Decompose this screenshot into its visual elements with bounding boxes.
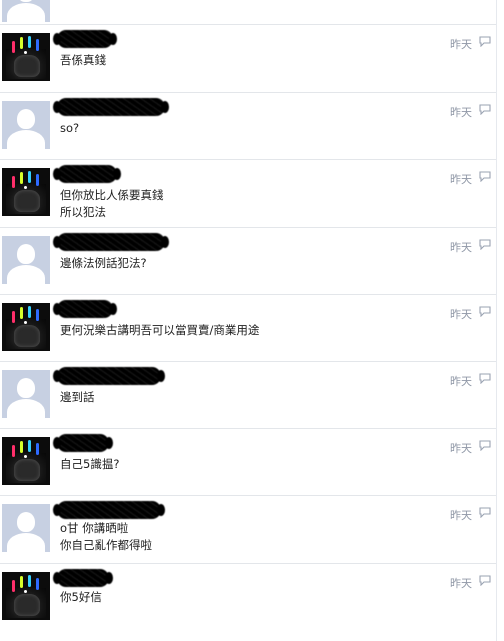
message-row: 但你放比人係要真錢 所以犯法 昨天: [0, 160, 496, 228]
message-line: 吾係真錢: [60, 53, 106, 67]
timestamp: 昨天: [450, 308, 472, 321]
redacted-sender-name: [53, 569, 113, 587]
message-thread: 吾係真錢 昨天 so? 昨天 但你放比人係要真錢 所以犯法 昨天 邊條法例話犯法…: [0, 0, 497, 641]
redacted-sender-name: [53, 434, 113, 452]
message-text: o甘 你講晒啦 你自己亂作都得啦: [60, 520, 152, 554]
message-line: 邊條法例話犯法?: [60, 256, 147, 270]
message-row: 自己5識揾? 昨天: [0, 429, 496, 496]
message-text: 你5好信: [60, 589, 102, 606]
message-line: 你自己亂作都得啦: [60, 538, 152, 552]
timestamp: 昨天: [450, 38, 472, 51]
reply-icon[interactable]: [479, 104, 491, 115]
default-avatar-icon[interactable]: [2, 236, 50, 284]
message-row: so? 昨天: [0, 93, 496, 160]
avatar-shoulders: [7, 3, 45, 22]
redacted-sender-name: [53, 501, 165, 519]
reply-icon[interactable]: [479, 171, 491, 182]
reply-icon[interactable]: [479, 36, 491, 47]
timestamp: 昨天: [450, 173, 472, 186]
previous-message-stub: [0, 0, 496, 25]
message-row: 吾係真錢 昨天: [0, 25, 496, 93]
message-text: 更何況樂古講明吾可以當買賣/商業用途: [60, 322, 259, 339]
neon-hand-avatar[interactable]: [2, 168, 50, 216]
message-line: 邊到話: [60, 390, 95, 404]
message-line: 但你放比人係要真錢: [60, 188, 164, 202]
message-row: 更何況樂古講明吾可以當買賣/商業用途 昨天: [0, 295, 496, 362]
message-text: 自己5識揾?: [60, 456, 119, 473]
redacted-sender-name: [53, 98, 169, 116]
message-text: 但你放比人係要真錢 所以犯法: [60, 187, 164, 221]
timestamp: 昨天: [450, 106, 472, 119]
reply-icon[interactable]: [479, 440, 491, 451]
timestamp: 昨天: [450, 577, 472, 590]
redacted-sender-name: [53, 30, 117, 48]
neon-hand-avatar[interactable]: [2, 303, 50, 351]
default-avatar-icon[interactable]: [2, 370, 50, 418]
neon-hand-avatar[interactable]: [2, 437, 50, 485]
avatar-head: [17, 0, 35, 2]
message-text: so?: [60, 120, 79, 137]
message-line: so?: [60, 121, 80, 135]
redacted-sender-name: [53, 233, 169, 251]
message-row: o甘 你講晒啦 你自己亂作都得啦 昨天: [0, 496, 496, 564]
reply-icon[interactable]: [479, 507, 491, 518]
default-avatar-icon[interactable]: [2, 0, 50, 22]
message-line: 所以犯法: [60, 205, 106, 219]
message-text: 吾係真錢: [60, 52, 106, 69]
redacted-sender-name: [53, 165, 121, 183]
reply-icon[interactable]: [479, 575, 491, 586]
message-text: 邊條法例話犯法?: [60, 255, 147, 272]
timestamp: 昨天: [450, 509, 472, 522]
message-row: 你5好信 昨天: [0, 564, 496, 641]
redacted-sender-name: [53, 367, 165, 385]
reply-icon[interactable]: [479, 239, 491, 250]
message-row: 邊到話 昨天: [0, 362, 496, 429]
message-row: 邊條法例話犯法? 昨天: [0, 228, 496, 295]
timestamp: 昨天: [450, 442, 472, 455]
reply-icon[interactable]: [479, 373, 491, 384]
default-avatar-icon[interactable]: [2, 101, 50, 149]
message-line: 更何況樂古講明吾可以當買賣/商業用途: [60, 323, 260, 337]
message-text: 邊到話: [60, 389, 95, 406]
neon-hand-avatar[interactable]: [2, 33, 50, 81]
message-line: o甘 你講晒啦: [60, 521, 129, 535]
neon-hand-avatar[interactable]: [2, 572, 50, 620]
message-line: 你5好信: [60, 590, 102, 604]
message-line: 自己5識揾?: [60, 457, 120, 471]
timestamp: 昨天: [450, 241, 472, 254]
redacted-sender-name: [53, 300, 117, 318]
default-avatar-icon[interactable]: [2, 504, 50, 552]
timestamp: 昨天: [450, 375, 472, 388]
reply-icon[interactable]: [479, 306, 491, 317]
